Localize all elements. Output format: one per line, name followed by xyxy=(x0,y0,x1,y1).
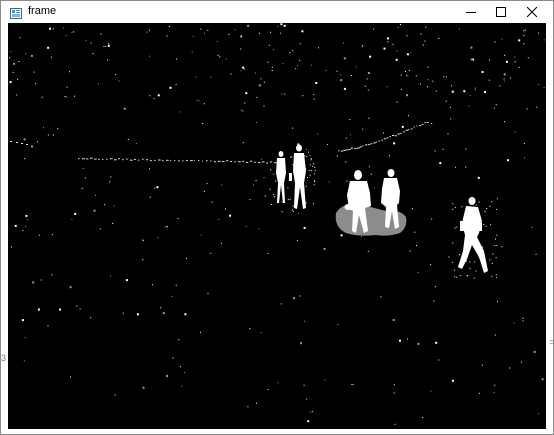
frame-image xyxy=(8,23,546,429)
minimize-button[interactable] xyxy=(454,1,488,23)
minimize-icon xyxy=(466,12,476,13)
close-button[interactable] xyxy=(515,1,549,23)
right-edge-mark: = xyxy=(549,337,554,347)
close-icon xyxy=(527,7,537,17)
left-edge-mark: 3 xyxy=(1,353,7,363)
maximize-icon xyxy=(496,7,506,17)
app-window: frame 3 = xyxy=(0,0,554,435)
foreground-mask xyxy=(8,23,546,429)
title-bar[interactable]: frame xyxy=(1,1,553,23)
maximize-button[interactable] xyxy=(484,1,518,23)
window-title: frame xyxy=(28,5,57,17)
app-icon xyxy=(10,6,22,19)
